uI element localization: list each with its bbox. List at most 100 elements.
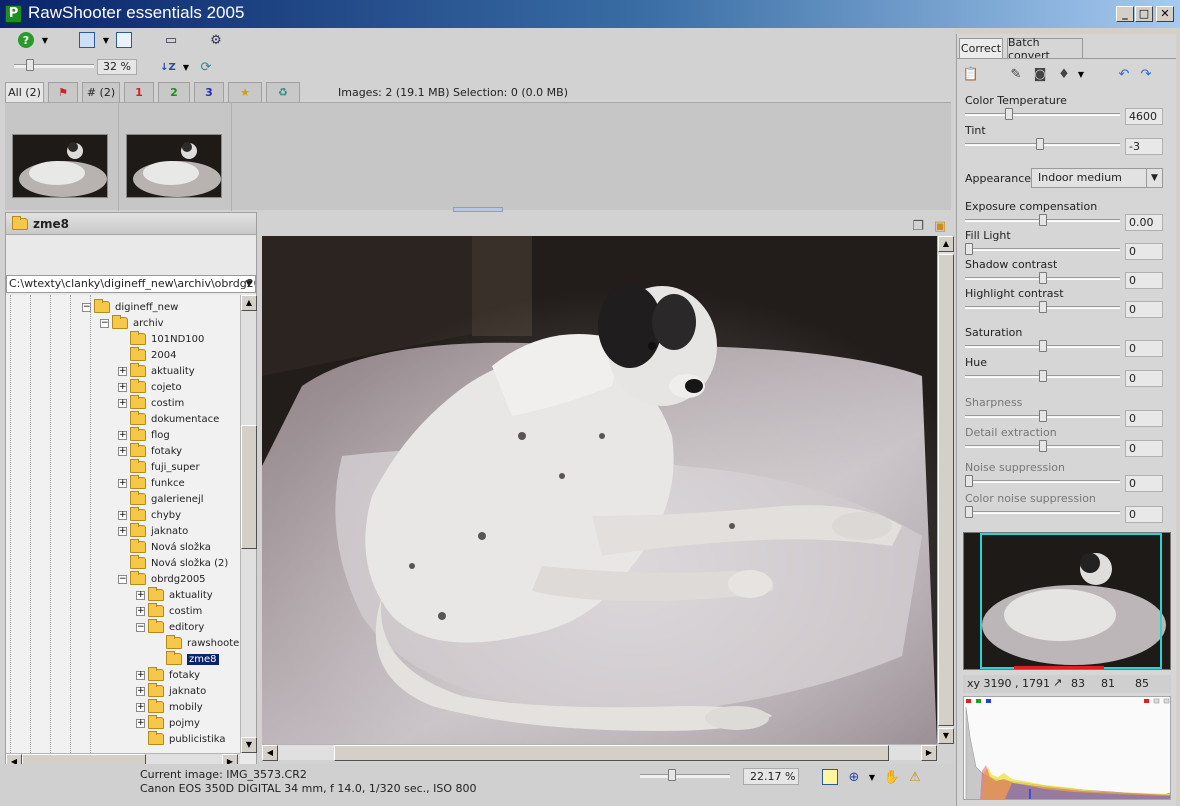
view-zoom-slider[interactable] [640,774,730,778]
control-value[interactable]: 0 [1125,410,1163,427]
tree-item[interactable]: + mobily [136,699,203,715]
control-value[interactable]: 0 [1125,301,1163,318]
control-value[interactable]: 0 [1125,340,1163,357]
sort-dropdown-icon[interactable]: ▼ [181,61,191,73]
add-folder-icon[interactable]: ▣ [932,218,948,234]
control-slider-knob[interactable] [1038,301,1047,313]
paste-settings-icon[interactable]: 📋 [963,66,979,82]
thumbnail-1[interactable] [12,134,108,198]
tab-starred[interactable]: ★ [228,82,262,102]
refresh-icon[interactable]: ⟳ [198,59,214,75]
viewer-scroll-left-button[interactable]: ◀ [262,745,278,761]
appearance-select[interactable]: Indoor medium ▼ [1031,168,1163,188]
tab-correct[interactable]: Correct [959,38,1003,58]
control-value[interactable]: -3 [1125,138,1163,155]
fullscreen-icon[interactable] [116,32,132,48]
tree-item[interactable]: − obrdg2005 [118,571,206,587]
control-slider[interactable] [965,248,1120,251]
help-dropdown-icon[interactable]: ▼ [40,34,50,46]
fit-to-window-icon[interactable] [822,769,838,785]
tree-vscroll[interactable]: ▲ ▼ [240,295,257,753]
tree-item[interactable]: Nová složka [118,539,211,555]
tree-item[interactable]: + flog [118,427,170,443]
scroll-down-button[interactable]: ▼ [241,737,257,753]
zoom-icon[interactable]: ⊕ [846,769,862,785]
tree-item[interactable]: − digineff_new [82,299,178,315]
expand-icon[interactable]: + [136,590,145,600]
folder-path-field[interactable]: C:\wtexty\clanky\digineff_new\archiv\obr… [6,275,256,293]
hand-tool-icon[interactable]: ✋ [884,769,900,785]
help-icon[interactable]: ? [18,32,34,48]
maximize-button[interactable]: □ [1135,6,1153,22]
collapse-icon[interactable]: − [118,574,127,584]
expand-icon[interactable]: + [136,702,145,712]
thumbnail-2[interactable] [126,134,222,198]
rotate-left-icon[interactable]: ↶ [1116,66,1132,82]
expand-icon[interactable]: + [136,718,145,728]
tree-item[interactable]: Nová složka (2) [118,555,228,571]
tree-item[interactable]: + aktuality [118,363,195,379]
control-slider-knob[interactable] [1038,440,1047,452]
viewer-vscroll[interactable]: ▲ ▼ [937,236,954,744]
control-slider-knob[interactable] [1038,370,1047,382]
view-zoom-knob[interactable] [668,769,676,781]
expand-icon[interactable]: + [118,478,127,488]
tree-item[interactable]: fuji_super [118,459,200,475]
control-slider[interactable] [965,480,1120,483]
warning-icon[interactable]: ⚠ [907,769,923,785]
tab-flagged[interactable]: ⚑ [48,82,78,102]
tab-priority-1[interactable]: 1 [124,82,154,102]
tab-all[interactable]: All (2) [5,82,44,102]
tab-trash[interactable]: ♻ [266,82,300,102]
settings-icon[interactable]: ⚙ [208,32,224,48]
control-value[interactable]: 0 [1125,475,1163,492]
expand-icon[interactable]: + [118,446,127,456]
sort-icon[interactable]: ↓Z [160,59,176,75]
expand-icon[interactable]: + [118,510,127,520]
scroll-up-button[interactable]: ▲ [241,295,257,311]
viewer-hscroll[interactable]: ◀ ▶ [262,744,937,761]
tree-item[interactable]: zme8 [154,651,219,667]
expand-icon[interactable]: + [118,526,127,536]
zoom-field[interactable]: 32 % [97,59,137,75]
control-slider-knob[interactable] [1038,272,1047,284]
tree-item[interactable]: − editory [136,619,204,635]
expand-icon[interactable]: + [136,606,145,616]
viewer-vscroll-thumb[interactable] [938,254,954,726]
brush-icon[interactable]: ♦ [1056,66,1072,82]
expand-icon[interactable]: + [118,430,127,440]
tab-priority-3[interactable]: 3 [194,82,224,102]
control-slider-knob[interactable] [1038,340,1047,352]
image-viewer[interactable] [262,236,937,744]
expand-icon[interactable]: + [136,670,145,680]
control-slider-knob[interactable] [965,506,973,518]
control-value[interactable]: 0 [1125,440,1163,457]
collapse-icon[interactable]: − [100,318,109,328]
viewer-scroll-down-button[interactable]: ▼ [938,728,954,744]
control-slider[interactable] [965,113,1120,116]
viewer-scroll-right-button[interactable]: ▶ [921,745,937,761]
tree-item[interactable]: + pojmy [136,715,200,731]
tab-priority-2[interactable]: 2 [158,82,190,102]
view-zoom-field[interactable]: 22.17 % [743,768,799,785]
expand-icon[interactable]: + [118,382,127,392]
eyedropper-icon[interactable]: ✎ [1008,66,1024,82]
control-value[interactable]: 0 [1125,272,1163,289]
control-value[interactable]: 0.00 [1125,214,1163,231]
tree-item[interactable]: + cojeto [118,379,182,395]
tree-item[interactable]: + fotaky [118,443,182,459]
minimize-button[interactable]: _ [1116,6,1134,22]
tree-item[interactable]: + chyby [118,507,181,523]
control-slider-knob[interactable] [965,243,973,255]
tab-batch-convert[interactable]: Batch convert [1007,36,1083,62]
tree-item[interactable]: 2004 [118,347,176,363]
snapshot-icon[interactable]: ◙ [1032,66,1048,82]
layout-icon[interactable] [79,32,95,48]
control-slider-knob[interactable] [1035,138,1044,150]
navigator-preview[interactable] [963,532,1171,670]
control-value[interactable]: 4600 [1125,108,1163,125]
tree-item[interactable]: + aktuality [136,587,213,603]
tree-item[interactable]: + fotaky [136,667,200,683]
control-value[interactable]: 0 [1125,506,1163,523]
tree-item[interactable]: publicistika [136,731,226,747]
